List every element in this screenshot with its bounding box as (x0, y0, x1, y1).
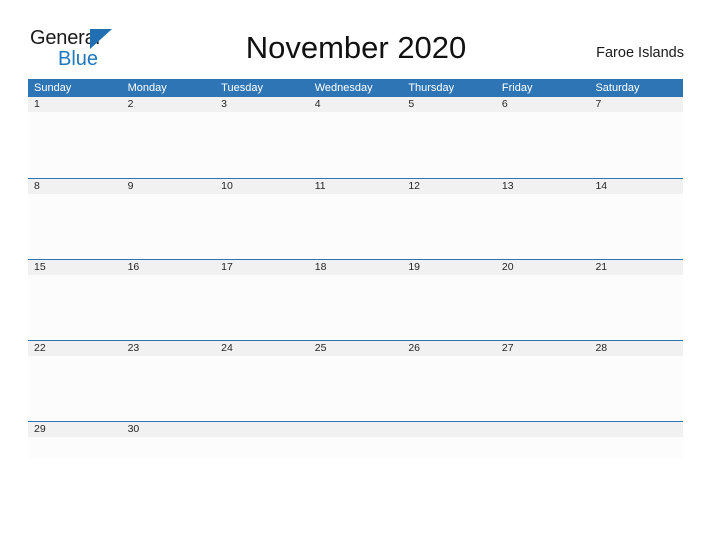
day-note-area[interactable] (402, 275, 496, 341)
day-note-area[interactable] (589, 275, 684, 341)
day-note-area[interactable] (28, 437, 122, 458)
date-cell[interactable]: 16 (122, 260, 216, 275)
week-date-strip: 15 16 17 18 19 20 21 (28, 260, 683, 275)
date-cell[interactable]: 19 (402, 260, 496, 275)
day-note-area[interactable] (121, 275, 216, 341)
date-cell-empty (215, 422, 309, 437)
day-note-area[interactable] (121, 437, 216, 458)
date-cell[interactable]: 10 (215, 179, 309, 194)
day-note-area[interactable] (308, 112, 403, 178)
day-note-area[interactable] (495, 194, 590, 260)
day-note-area[interactable] (495, 356, 590, 422)
day-note-area[interactable] (308, 194, 403, 260)
day-note-area[interactable] (121, 356, 216, 422)
date-cell-empty (309, 422, 403, 437)
day-note-area[interactable] (308, 275, 403, 341)
date-cell[interactable]: 24 (215, 341, 309, 356)
day-note-area[interactable] (589, 194, 684, 260)
week-date-strip: 1 2 3 4 5 6 7 (28, 97, 683, 112)
date-cell[interactable]: 17 (215, 260, 309, 275)
day-note-area (589, 437, 684, 458)
day-note-area[interactable] (121, 194, 216, 260)
date-cell[interactable]: 4 (309, 97, 403, 112)
day-note-area (495, 437, 590, 458)
date-cell[interactable]: 9 (122, 179, 216, 194)
day-note-area[interactable] (589, 356, 684, 422)
weekday-header-saturday: Saturday (595, 82, 640, 94)
day-note-area[interactable] (215, 112, 309, 178)
date-cell[interactable]: 6 (496, 97, 590, 112)
day-note-area[interactable] (402, 194, 496, 260)
day-note-area[interactable] (308, 356, 403, 422)
day-note-area[interactable] (402, 356, 496, 422)
day-note-area[interactable] (589, 112, 684, 178)
date-cell[interactable]: 23 (122, 341, 216, 356)
week-row: 22 23 24 25 26 27 28 (28, 340, 684, 422)
region-label: Faroe Islands (596, 45, 684, 61)
week-note-strip (28, 275, 684, 341)
date-cell[interactable]: 29 (28, 422, 122, 437)
date-cell[interactable]: 7 (589, 97, 683, 112)
week-row: 1 2 3 4 5 6 7 (28, 97, 684, 178)
date-cell[interactable]: 25 (309, 341, 403, 356)
weekday-header-thursday: Thursday (408, 82, 455, 94)
weekday-header-sunday: Sunday (34, 82, 72, 94)
day-note-area[interactable] (402, 112, 496, 178)
week-date-strip: 29 30 (28, 422, 683, 437)
day-note-area[interactable] (28, 194, 122, 260)
calendar-grid: Sunday Monday Tuesday Wednesday Thursday… (28, 79, 684, 458)
date-cell[interactable]: 27 (496, 341, 590, 356)
weekday-header-monday: Monday (127, 82, 167, 94)
weekday-header-friday: Friday (501, 82, 533, 94)
date-cell[interactable]: 12 (402, 179, 496, 194)
weekday-header-row: Sunday Monday Tuesday Wednesday Thursday… (28, 79, 683, 97)
week-date-strip: 8 9 10 11 12 13 14 (28, 179, 683, 194)
date-cell[interactable]: 28 (589, 341, 683, 356)
date-cell-empty (589, 422, 683, 437)
week-note-strip (28, 437, 684, 458)
date-cell[interactable]: 1 (28, 97, 122, 112)
date-cell-empty (496, 422, 590, 437)
day-note-area (308, 437, 403, 458)
day-note-area (215, 437, 309, 458)
day-note-area[interactable] (495, 112, 590, 178)
week-row: 8 9 10 11 12 13 14 (28, 178, 684, 260)
day-note-area[interactable] (215, 275, 309, 341)
weekday-header-wednesday: Wednesday (314, 82, 373, 94)
weekday-header-tuesday: Tuesday (221, 82, 263, 94)
date-cell[interactable]: 14 (589, 179, 683, 194)
day-note-area[interactable] (28, 356, 122, 422)
date-cell[interactable]: 3 (215, 97, 309, 112)
date-cell[interactable]: 26 (402, 341, 496, 356)
date-cell[interactable]: 30 (122, 422, 216, 437)
week-note-strip (28, 356, 684, 422)
day-note-area[interactable] (215, 356, 309, 422)
date-cell[interactable]: 20 (496, 260, 590, 275)
day-note-area (402, 437, 496, 458)
date-cell[interactable]: 5 (402, 97, 496, 112)
week-row: 15 16 17 18 19 20 21 (28, 259, 684, 341)
day-note-area[interactable] (495, 275, 590, 341)
date-cell-empty (402, 422, 496, 437)
day-note-area[interactable] (28, 112, 122, 178)
date-cell[interactable]: 13 (496, 179, 590, 194)
calendar-page: General Blue November 2020 Faroe Islands… (0, 0, 712, 550)
day-note-area[interactable] (28, 275, 122, 341)
date-cell[interactable]: 11 (309, 179, 403, 194)
week-note-strip (28, 112, 684, 178)
date-cell[interactable]: 2 (122, 97, 216, 112)
day-note-area[interactable] (121, 112, 216, 178)
date-cell[interactable]: 22 (28, 341, 122, 356)
date-cell[interactable]: 15 (28, 260, 122, 275)
day-note-area[interactable] (215, 194, 309, 260)
date-cell[interactable]: 21 (589, 260, 683, 275)
date-cell[interactable]: 18 (309, 260, 403, 275)
page-header: General Blue November 2020 Faroe Islands (0, 0, 712, 78)
date-cell[interactable]: 8 (28, 179, 122, 194)
week-date-strip: 22 23 24 25 26 27 28 (28, 341, 683, 356)
week-row: 29 30 (28, 421, 684, 458)
week-note-strip (28, 194, 684, 260)
